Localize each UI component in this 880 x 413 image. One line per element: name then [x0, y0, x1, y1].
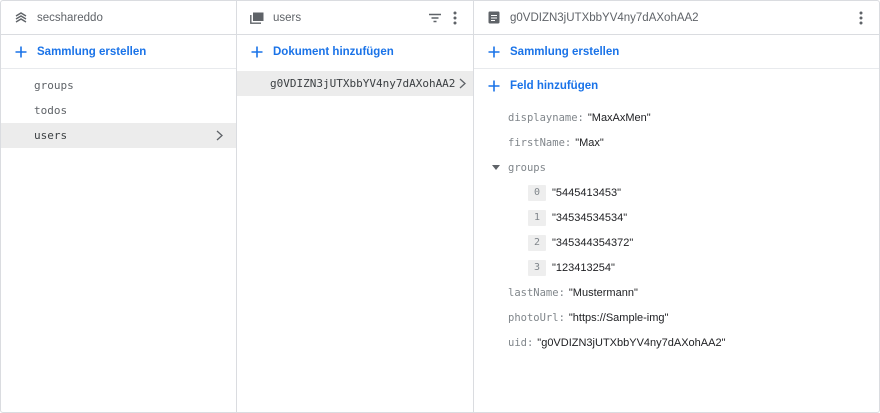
- array-item[interactable]: 2 "345344354372": [474, 230, 879, 255]
- document-panel: g0VDIZN3jUTXbbYV4ny7dAXohAA2 Sammlung er…: [474, 1, 879, 412]
- firebase-project-icon: [13, 10, 29, 26]
- create-collection-button[interactable]: Sammlung erstellen: [1, 35, 236, 69]
- array-index: 0: [528, 184, 546, 201]
- caret-down-icon[interactable]: [490, 162, 502, 174]
- field-list: displayname: "MaxAxMen" firstName: "Max"…: [474, 103, 879, 355]
- collection-item-todos[interactable]: todos: [1, 98, 236, 123]
- array-index: 1: [528, 209, 546, 226]
- field-separator: :: [526, 336, 534, 349]
- plus-icon: [249, 44, 265, 60]
- field-key: firstName: [508, 136, 565, 149]
- array-item[interactable]: 1 "34534534534": [474, 205, 879, 230]
- field-row-firstname[interactable]: firstName: "Max": [474, 130, 879, 155]
- filter-icon[interactable]: [427, 10, 443, 26]
- project-name: secshareddo: [37, 11, 103, 24]
- collection-label: todos: [34, 104, 68, 117]
- add-field-label: Feld hinzufügen: [510, 80, 599, 92]
- array-value: "5445413453": [552, 186, 621, 199]
- add-field-button[interactable]: Feld hinzufügen: [474, 69, 879, 103]
- more-vert-icon[interactable]: [447, 10, 463, 26]
- collection-list: groups todos users: [1, 69, 236, 148]
- collection-name: users: [273, 11, 302, 24]
- field-value: "g0VDIZN3jUTXbbYV4ny7dAXohAA2": [537, 336, 726, 349]
- field-row-uid[interactable]: uid: "g0VDIZN3jUTXbbYV4ny7dAXohAA2": [474, 330, 879, 355]
- firestore-data-viewer: secshareddo Sammlung erstellen groups to…: [0, 0, 880, 413]
- create-collection-label: Sammlung erstellen: [37, 45, 147, 58]
- field-key: uid: [508, 336, 527, 349]
- document-id: g0VDIZN3jUTXbbYV4ny7dAXohAA2: [270, 77, 456, 90]
- field-separator: :: [558, 286, 565, 299]
- collection-item-groups[interactable]: groups: [1, 73, 236, 98]
- plus-icon: [486, 78, 502, 94]
- plus-icon: [486, 44, 502, 60]
- field-row-displayname[interactable]: displayname: "MaxAxMen": [474, 105, 879, 130]
- array-value: "123413254": [552, 261, 615, 274]
- add-document-label: Dokument hinzufügen: [273, 46, 394, 58]
- array-value: "345344354372": [552, 236, 634, 249]
- document-title: g0VDIZN3jUTXbbYV4ny7dAXohAA2: [510, 11, 699, 24]
- field-separator: :: [558, 311, 565, 324]
- field-key: lastName: [508, 286, 559, 299]
- field-row-groups[interactable]: groups: [474, 155, 879, 180]
- chevron-right-icon: [214, 130, 224, 142]
- document-header: g0VDIZN3jUTXbbYV4ny7dAXohAA2: [474, 1, 879, 35]
- collection-item-users[interactable]: users: [1, 123, 236, 148]
- field-separator: :: [577, 111, 584, 124]
- collection-icon: [249, 10, 265, 26]
- field-key: displayname: [508, 111, 578, 124]
- field-separator: :: [564, 136, 572, 149]
- plus-icon: [13, 44, 29, 60]
- add-document-button[interactable]: Dokument hinzufügen: [237, 35, 473, 69]
- collection-header: users: [237, 1, 473, 35]
- collection-label: users: [34, 129, 68, 142]
- documents-panel: users Dokument hinzufügen g0VDIZN3jUTXbb…: [237, 1, 474, 412]
- create-subcollection-label: Sammlung erstellen: [510, 45, 620, 58]
- document-item[interactable]: g0VDIZN3jUTXbbYV4ny7dAXohAA2: [237, 71, 473, 96]
- chevron-right-icon: [457, 78, 467, 90]
- field-row-lastname[interactable]: lastName: "Mustermann": [474, 280, 879, 305]
- array-item[interactable]: 3 "123413254": [474, 255, 879, 280]
- field-value: "Mustermann": [568, 286, 638, 299]
- field-value: "MaxAxMen": [587, 111, 651, 124]
- field-row-photourl[interactable]: photoUrl: "https://Sample-img": [474, 305, 879, 330]
- array-index: 2: [528, 234, 546, 251]
- field-key: groups: [508, 161, 546, 174]
- array-index: 3: [528, 259, 546, 276]
- more-vert-icon[interactable]: [853, 10, 869, 26]
- array-item[interactable]: 0 "5445413453": [474, 180, 879, 205]
- create-subcollection-button[interactable]: Sammlung erstellen: [474, 35, 879, 69]
- project-header: secshareddo: [1, 1, 236, 35]
- collections-panel: secshareddo Sammlung erstellen groups to…: [1, 1, 237, 412]
- field-value: "https://Sample-img": [568, 311, 669, 324]
- collection-label: groups: [34, 79, 74, 92]
- array-value: "34534534534": [552, 211, 628, 224]
- document-icon: [486, 10, 502, 26]
- field-key: photoUrl: [508, 311, 559, 324]
- field-value: "Max": [575, 136, 604, 149]
